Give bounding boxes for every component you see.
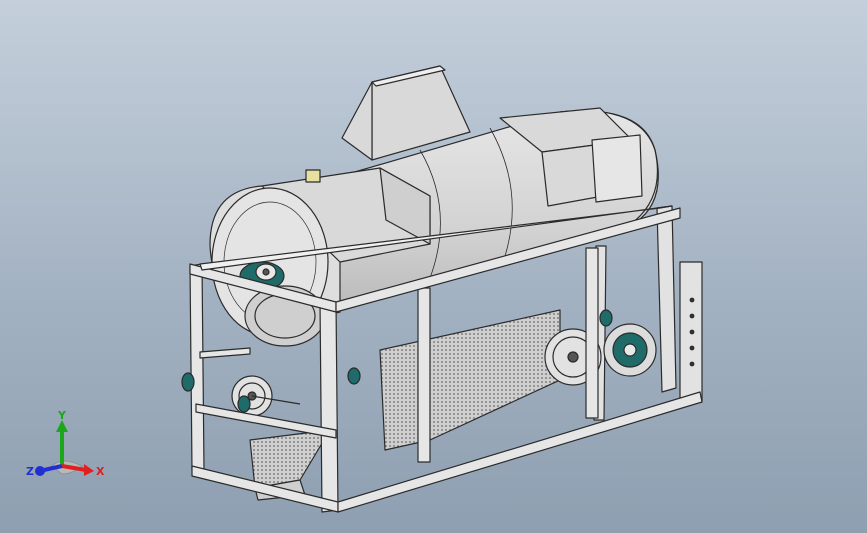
x-arrowhead-icon [84,464,94,476]
coordinate-triad[interactable]: Y X Z [22,408,112,488]
top-cap [305,169,321,183]
z-arrowhead-icon [35,466,45,476]
x-axis-label: X [96,465,105,478]
graphics-viewport[interactable]: Y X Z [0,0,867,533]
drum-machine-model[interactable] [0,0,867,533]
z-axis-label: Z [26,465,34,478]
y-axis-label: Y [57,409,67,422]
